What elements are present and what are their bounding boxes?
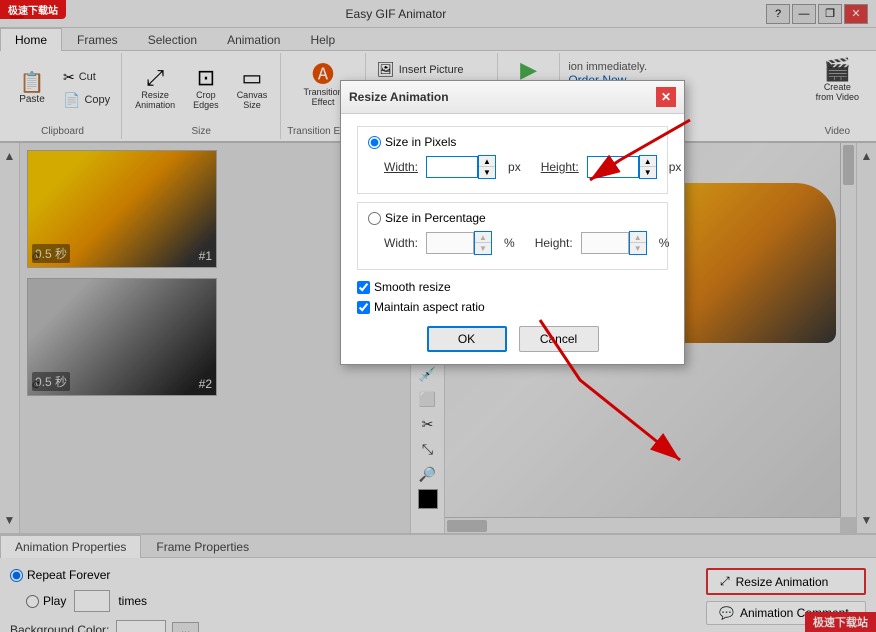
height-spin: ▲ ▼ xyxy=(639,155,657,179)
height-down[interactable]: ▼ xyxy=(640,167,656,178)
pct-height-label: Height: xyxy=(535,236,573,250)
dialog-body: Size in Pixels Width: 400 ▲ ▼ px xyxy=(341,114,684,364)
maintain-aspect-label: Maintain aspect ratio xyxy=(374,300,485,314)
pct-width-unit: % xyxy=(504,236,515,250)
pixels-radio[interactable]: Size in Pixels xyxy=(368,135,456,149)
width-up[interactable]: ▲ xyxy=(479,156,495,167)
width-input[interactable]: 400 xyxy=(426,156,478,178)
pct-height-wrap: 100 ▲ ▼ xyxy=(581,231,647,255)
percentage-inputs-row: Width: 100 ▲ ▼ % Height: 100 xyxy=(384,231,657,255)
pct-width-up[interactable]: ▲ xyxy=(475,232,491,243)
dialog-title-text: Resize Animation xyxy=(349,90,449,104)
pct-width-down[interactable]: ▼ xyxy=(475,243,491,254)
width-down[interactable]: ▼ xyxy=(479,167,495,178)
watermark-top: 极速下载站 xyxy=(0,0,66,19)
pct-width-input[interactable]: 100 xyxy=(426,232,474,254)
percentage-section: Size in Percentage Width: 100 ▲ ▼ % xyxy=(357,202,668,270)
ok-button[interactable]: OK xyxy=(427,326,507,352)
dialog-close-button[interactable]: ✕ xyxy=(656,87,676,107)
dialog-buttons: OK Cancel xyxy=(357,326,668,352)
pixels-section: Size in Pixels Width: 400 ▲ ▼ px xyxy=(357,126,668,194)
pct-height-down[interactable]: ▼ xyxy=(630,243,646,254)
height-up[interactable]: ▲ xyxy=(640,156,656,167)
percentage-radio-row: Size in Percentage xyxy=(368,211,657,225)
pixels-inputs-row: Width: 400 ▲ ▼ px Height: 225 xyxy=(384,155,657,179)
maintain-aspect-row: Maintain aspect ratio xyxy=(357,300,668,314)
pixels-radio-row: Size in Pixels xyxy=(368,135,657,149)
percentage-label: Size in Percentage xyxy=(385,211,486,225)
height-label: Height: xyxy=(541,160,579,174)
dialog-overlay: Resize Animation ✕ Size in Pixels Width: xyxy=(0,0,876,632)
pct-height-spin: ▲ ▼ xyxy=(629,231,647,255)
smooth-resize-row: Smooth resize xyxy=(357,280,668,294)
width-unit: px xyxy=(508,160,521,174)
width-input-wrap: 400 ▲ ▼ xyxy=(426,155,496,179)
smooth-resize-label: Smooth resize xyxy=(374,280,451,294)
percentage-radio[interactable]: Size in Percentage xyxy=(368,211,486,225)
maintain-aspect-checkbox[interactable] xyxy=(357,301,370,314)
pct-height-input[interactable]: 100 xyxy=(581,232,629,254)
width-spin: ▲ ▼ xyxy=(478,155,496,179)
height-input[interactable]: 225 xyxy=(587,156,639,178)
pixels-label: Size in Pixels xyxy=(385,135,456,149)
smooth-resize-checkbox[interactable] xyxy=(357,281,370,294)
height-unit: px xyxy=(669,160,682,174)
cancel-button[interactable]: Cancel xyxy=(519,326,599,352)
resize-dialog: Resize Animation ✕ Size in Pixels Width: xyxy=(340,80,685,365)
percentage-radio-input[interactable] xyxy=(368,212,381,225)
pct-width-wrap: 100 ▲ ▼ xyxy=(426,231,492,255)
dialog-title-bar: Resize Animation ✕ xyxy=(341,81,684,114)
height-input-wrap: 225 ▲ ▼ xyxy=(587,155,657,179)
pct-width-spin: ▲ ▼ xyxy=(474,231,492,255)
pct-height-up[interactable]: ▲ xyxy=(630,232,646,243)
pct-width-label: Width: xyxy=(384,236,418,250)
pixels-radio-input[interactable] xyxy=(368,136,381,149)
pct-height-unit: % xyxy=(659,236,670,250)
width-label: Width: xyxy=(384,160,418,174)
